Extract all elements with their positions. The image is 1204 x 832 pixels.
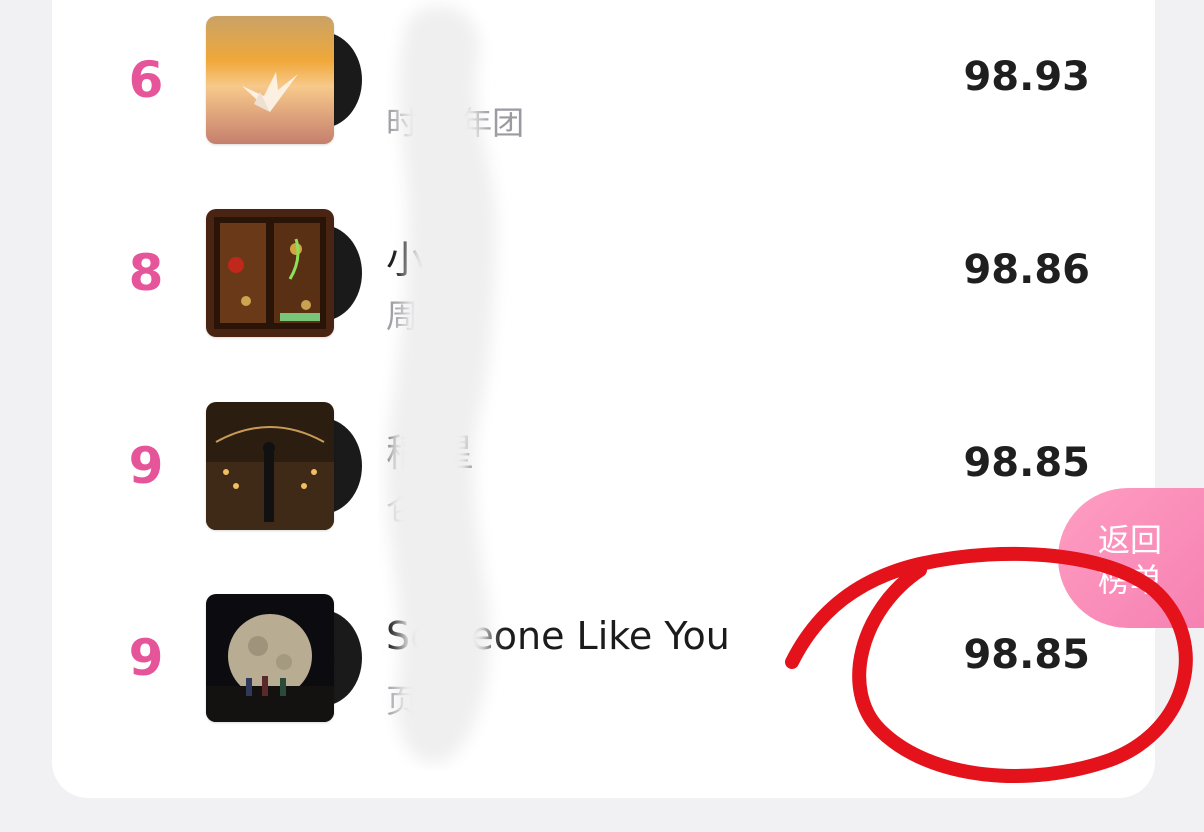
song-title: 小 雨 bbox=[386, 238, 475, 282]
list-item[interactable]: 6 时 少年团 98.93 bbox=[0, 16, 1204, 146]
return-button-line1: 返回 bbox=[1098, 521, 1163, 559]
return-button-line2: 榜单 bbox=[1098, 561, 1163, 599]
score-value: 98.86 bbox=[963, 247, 1090, 293]
rank-number: 9 bbox=[128, 629, 164, 687]
rank-number: 9 bbox=[128, 437, 164, 495]
rank-number: 8 bbox=[128, 244, 164, 302]
song-title: Someone Like You bbox=[386, 614, 730, 658]
score-value: 98.85 bbox=[963, 632, 1090, 678]
album-cover[interactable] bbox=[206, 402, 334, 530]
album-cover[interactable] bbox=[206, 16, 334, 144]
return-to-chart-button[interactable]: 返回 榜单 bbox=[1058, 488, 1204, 628]
artist-name: 页 bbox=[386, 682, 419, 720]
list-item[interactable]: 9 Someone Like You 页 98.85 bbox=[0, 594, 1204, 724]
artist-name: 仑 bbox=[386, 490, 419, 528]
album-cover[interactable] bbox=[206, 209, 334, 337]
album-cover[interactable] bbox=[206, 594, 334, 722]
score-value: 98.93 bbox=[963, 54, 1090, 100]
list-item[interactable]: 8 小 雨 周 98.86 bbox=[0, 209, 1204, 339]
song-title: 稻 星 bbox=[386, 431, 475, 475]
artist-name: 周 bbox=[386, 297, 419, 335]
artist-name: 时 少年团 bbox=[386, 104, 525, 142]
list-item[interactable]: 9 稻 星 仑 98.85 bbox=[0, 402, 1204, 532]
score-value: 98.85 bbox=[963, 440, 1090, 486]
rank-number: 6 bbox=[128, 51, 164, 109]
